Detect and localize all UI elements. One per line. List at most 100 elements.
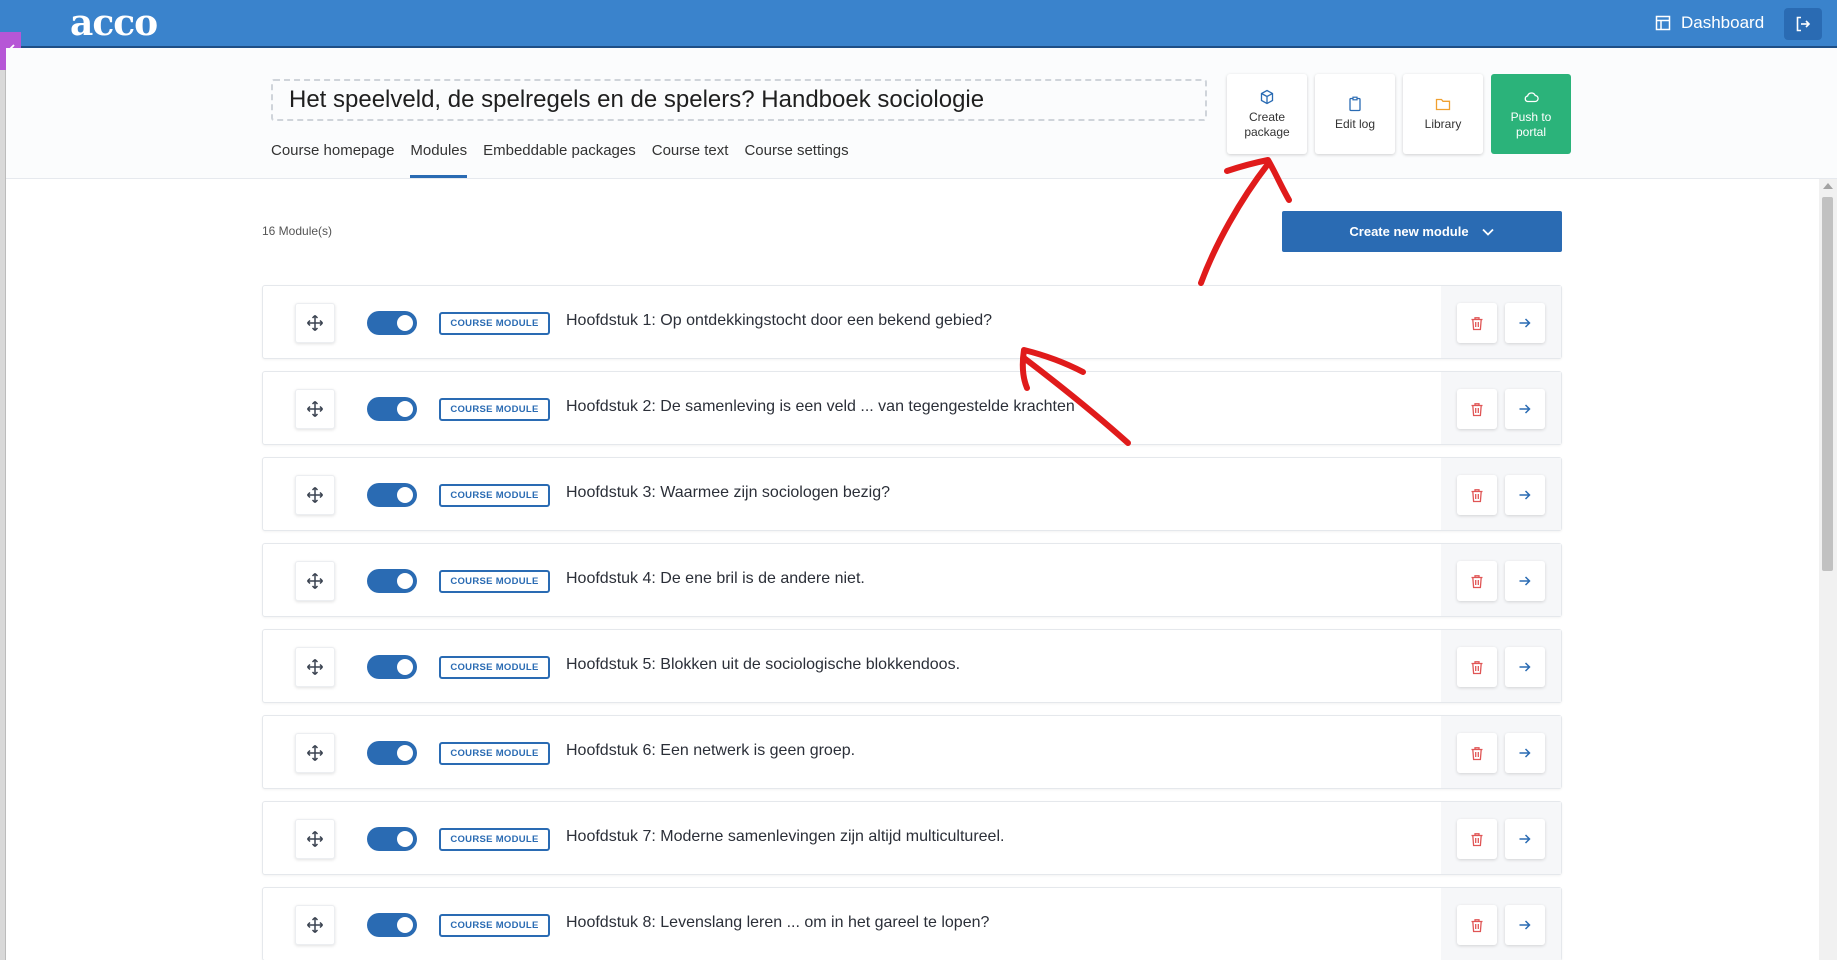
module-enabled-toggle[interactable] xyxy=(367,569,417,593)
library-button[interactable]: Library xyxy=(1403,74,1483,154)
drag-handle[interactable] xyxy=(295,905,335,945)
open-module-button[interactable] xyxy=(1505,647,1545,687)
tab-course-homepage[interactable]: Course homepage xyxy=(271,138,394,178)
module-title[interactable]: Hoofdstuk 1: Op ontdekkingstocht door ee… xyxy=(566,312,992,330)
toggle-knob xyxy=(397,573,413,589)
arrow-right-icon xyxy=(1519,662,1531,672)
tab-course-text[interactable]: Course text xyxy=(652,138,729,178)
module-title[interactable]: Hoofdstuk 5: Blokken uit de sociologisch… xyxy=(566,656,960,674)
module-enabled-toggle[interactable] xyxy=(367,913,417,937)
trash-icon xyxy=(1471,746,1483,760)
module-type-badge: COURSE MODULE xyxy=(439,398,550,421)
dashboard-icon xyxy=(1655,15,1671,31)
delete-module-button[interactable] xyxy=(1457,905,1497,945)
module-enabled-toggle[interactable] xyxy=(367,397,417,421)
module-row: COURSE MODULE Hoofdstuk 3: Waarmee zijn … xyxy=(262,457,1562,531)
trash-icon xyxy=(1471,488,1483,502)
chevron-down-icon xyxy=(1481,228,1494,236)
module-title[interactable]: Hoofdstuk 3: Waarmee zijn sociologen bez… xyxy=(566,484,890,502)
edit-log-button[interactable]: Edit log xyxy=(1315,74,1395,154)
toggle-knob xyxy=(397,659,413,675)
dashboard-link[interactable]: Dashboard xyxy=(1655,0,1764,46)
module-title[interactable]: Hoofdstuk 8: Levenslang leren ... om in … xyxy=(566,914,989,932)
delete-module-button[interactable] xyxy=(1457,647,1497,687)
open-module-button[interactable] xyxy=(1505,819,1545,859)
drag-handle[interactable] xyxy=(295,389,335,429)
arrow-right-icon xyxy=(1519,404,1531,414)
top-navigation-bar: acco Dashboard xyxy=(0,0,1837,48)
delete-module-button[interactable] xyxy=(1457,733,1497,773)
push-to-portal-label: Push to portal xyxy=(1510,109,1552,139)
module-title[interactable]: Hoofdstuk 2: De samenleving is een veld … xyxy=(566,398,1075,416)
module-list: COURSE MODULE Hoofdstuk 1: Op ontdekking… xyxy=(262,285,1562,960)
move-icon xyxy=(306,572,324,590)
arrow-right-icon xyxy=(1519,490,1531,500)
arrow-right-icon xyxy=(1519,748,1531,758)
move-icon xyxy=(306,830,324,848)
trash-icon xyxy=(1471,660,1483,674)
module-enabled-toggle[interactable] xyxy=(367,827,417,851)
drag-handle[interactable] xyxy=(295,475,335,515)
logout-button[interactable] xyxy=(1784,8,1822,40)
module-row: COURSE MODULE Hoofdstuk 4: De ene bril i… xyxy=(262,543,1562,617)
open-module-button[interactable] xyxy=(1505,389,1545,429)
move-icon xyxy=(306,400,324,418)
tab-course-settings[interactable]: Course settings xyxy=(744,138,848,178)
module-enabled-toggle[interactable] xyxy=(367,655,417,679)
open-module-button[interactable] xyxy=(1505,733,1545,773)
module-enabled-toggle[interactable] xyxy=(367,741,417,765)
delete-module-button[interactable] xyxy=(1457,561,1497,601)
package-icon xyxy=(1260,89,1274,104)
drag-handle[interactable] xyxy=(295,647,335,687)
module-enabled-toggle[interactable] xyxy=(367,483,417,507)
module-enabled-toggle[interactable] xyxy=(367,311,417,335)
toggle-knob xyxy=(397,831,413,847)
delete-module-button[interactable] xyxy=(1457,303,1497,343)
drag-handle[interactable] xyxy=(295,733,335,773)
push-to-portal-button[interactable]: Push to portal xyxy=(1491,74,1571,154)
module-type-badge: COURSE MODULE xyxy=(439,312,550,335)
scroll-up-arrow-icon[interactable] xyxy=(1823,183,1833,189)
module-title[interactable]: Hoofdstuk 7: Moderne samenlevingen zijn … xyxy=(566,828,1004,846)
open-module-button[interactable] xyxy=(1505,905,1545,945)
library-label: Library xyxy=(1424,117,1462,131)
module-row: COURSE MODULE Hoofdstuk 6: Een netwerk i… xyxy=(262,715,1562,789)
toggle-knob xyxy=(397,745,413,761)
arrow-right-icon xyxy=(1519,920,1531,930)
move-icon xyxy=(306,486,324,504)
annotation-arrow-up-icon xyxy=(1198,161,1271,286)
course-title-field[interactable]: Het speelveld, de spelregels en de spele… xyxy=(271,79,1207,121)
toggle-knob xyxy=(397,401,413,417)
delete-module-button[interactable] xyxy=(1457,475,1497,515)
create-new-module-button[interactable]: Create new module xyxy=(1282,211,1562,252)
trash-icon xyxy=(1471,574,1483,588)
module-row: COURSE MODULE Hoofdstuk 5: Blokken uit d… xyxy=(262,629,1562,703)
toggle-knob xyxy=(397,315,413,331)
module-type-badge: COURSE MODULE xyxy=(439,656,550,679)
drag-handle[interactable] xyxy=(295,303,335,343)
module-title[interactable]: Hoofdstuk 6: Een netwerk is geen groep. xyxy=(566,742,855,760)
drag-handle[interactable] xyxy=(295,561,335,601)
open-module-button[interactable] xyxy=(1505,475,1545,515)
scrollbar-thumb[interactable] xyxy=(1822,197,1833,571)
open-module-button[interactable] xyxy=(1505,303,1545,343)
trash-icon xyxy=(1471,402,1483,416)
delete-module-button[interactable] xyxy=(1457,389,1497,429)
trash-icon xyxy=(1471,832,1483,846)
module-type-badge: COURSE MODULE xyxy=(439,914,550,937)
module-type-badge: COURSE MODULE xyxy=(439,742,550,765)
acco-logo[interactable]: acco xyxy=(70,2,158,44)
tab-modules[interactable]: Modules xyxy=(410,138,467,178)
drag-handle[interactable] xyxy=(295,819,335,859)
tab-embeddable-packages[interactable]: Embeddable packages xyxy=(483,138,636,178)
move-icon xyxy=(306,744,324,762)
open-module-button[interactable] xyxy=(1505,561,1545,601)
move-icon xyxy=(306,314,324,332)
create-package-button[interactable]: Create package xyxy=(1227,74,1307,154)
module-title[interactable]: Hoofdstuk 4: De ene bril is de andere ni… xyxy=(566,570,865,588)
module-row: COURSE MODULE Hoofdstuk 2: De samenlevin… xyxy=(262,371,1562,445)
toggle-knob xyxy=(397,917,413,933)
arrow-right-icon xyxy=(1519,318,1531,328)
move-icon xyxy=(306,658,324,676)
delete-module-button[interactable] xyxy=(1457,819,1497,859)
